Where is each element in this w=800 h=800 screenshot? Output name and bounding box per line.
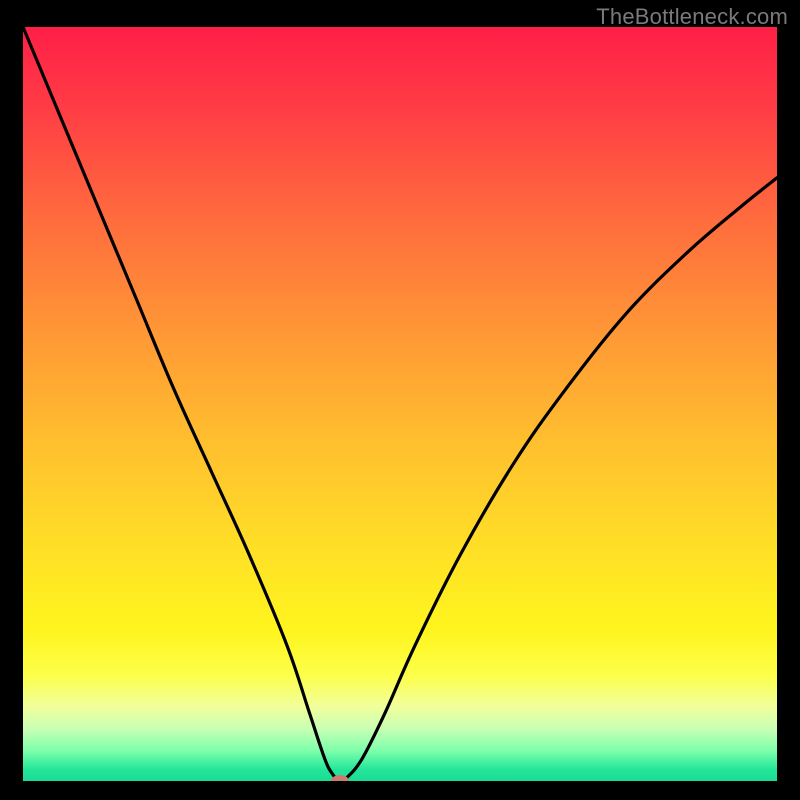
chart-frame: TheBottleneck.com [0, 0, 800, 800]
watermark-text: TheBottleneck.com [596, 4, 788, 30]
optimal-point-marker [331, 775, 349, 781]
bottleneck-curve [23, 27, 777, 781]
plot-area [23, 27, 777, 781]
